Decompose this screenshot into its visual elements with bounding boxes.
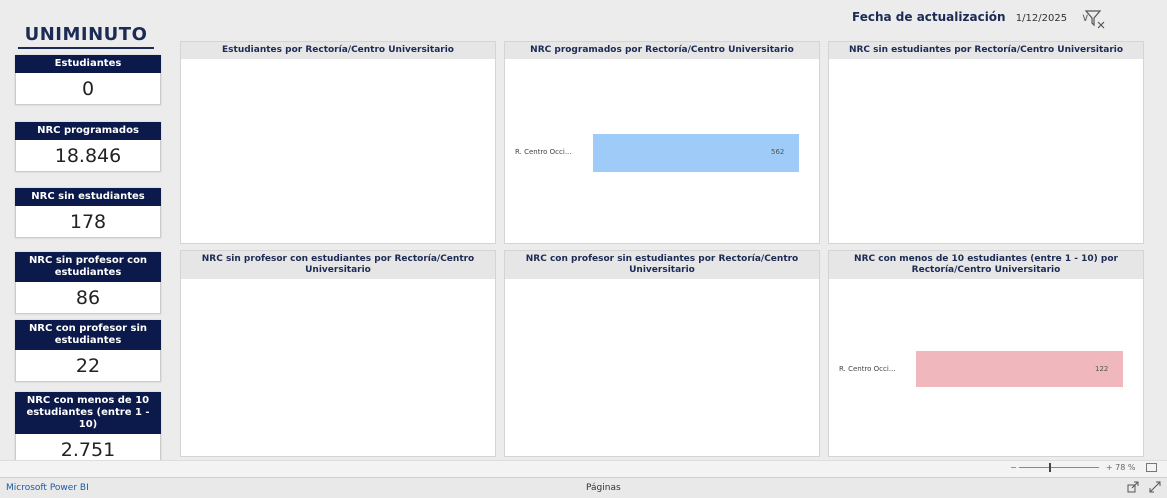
share-icon[interactable]: [1127, 481, 1139, 493]
kpi-label: NRC sin estudiantes: [15, 188, 161, 206]
kpi-label: NRC sin profesor con estudiantes: [15, 252, 161, 282]
kpi-card-nrc-menos-10: NRC con menos de 10 estudiantes (entre 1…: [15, 392, 161, 466]
zoom-out-button[interactable]: −: [1010, 463, 1017, 472]
pages-button[interactable]: Páginas: [586, 483, 621, 493]
filter-clear-icon[interactable]: [1084, 8, 1106, 30]
panel-nrc-programados-rectoria[interactable]: NRC programados por Rectoría/Centro Univ…: [504, 41, 820, 244]
update-date-value: 1/12/2025: [1015, 13, 1068, 24]
kpi-label: NRC con profesor sin estudiantes: [15, 320, 161, 350]
zoom-level: 78 %: [1115, 463, 1136, 472]
kpi-card-nrc-sin-estudiantes: NRC sin estudiantes 178: [15, 188, 161, 238]
expand-icon[interactable]: [1149, 481, 1161, 493]
kpi-value: 18.846: [15, 140, 161, 172]
kpi-value: 86: [15, 282, 161, 314]
zoom-bar: − + 78 %: [0, 460, 1167, 477]
app-link[interactable]: Microsoft Power BI: [6, 483, 89, 493]
zoom-control[interactable]: − + 78 %: [1010, 463, 1157, 472]
update-label: Fecha de actualización: [852, 10, 1006, 24]
zoom-slider[interactable]: [1019, 463, 1100, 472]
panel-title: NRC con profesor sin estudiantes por Rec…: [505, 251, 819, 279]
update-date-slicer[interactable]: Fecha de actualización 1/12/2025 ∨: [852, 10, 1089, 24]
fit-to-page-icon[interactable]: [1146, 463, 1157, 472]
panel-nrc-sin-profesor-rectoria[interactable]: NRC sin profesor con estudiantes por Rec…: [180, 250, 496, 457]
kpi-card-nrc-con-profesor-sin-estudiantes: NRC con profesor sin estudiantes 22: [15, 320, 161, 382]
zoom-in-button[interactable]: +: [1106, 463, 1113, 472]
kpi-value: 0: [15, 73, 161, 105]
panel-estudiantes-rectoria[interactable]: Estudiantes por Rectoría/Centro Universi…: [180, 41, 496, 244]
kpi-label: Estudiantes: [15, 55, 161, 73]
status-bar: Microsoft Power BI Páginas: [0, 477, 1167, 498]
bar-category-label: R. Centro Occi...: [839, 365, 896, 373]
kpi-label: NRC con menos de 10 estudiantes (entre 1…: [15, 392, 161, 434]
panel-nrc-menos-10-rectoria[interactable]: NRC con menos de 10 estudiantes (entre 1…: [828, 250, 1144, 457]
panel-title: NRC sin estudiantes por Rectoría/Centro …: [829, 42, 1143, 59]
zoom-slider-thumb[interactable]: [1049, 463, 1052, 472]
kpi-value: 178: [15, 206, 161, 238]
bar-value-label: 562: [771, 148, 785, 156]
panel-title: NRC programados por Rectoría/Centro Univ…: [505, 42, 819, 59]
kpi-value: 22: [15, 350, 161, 382]
report-canvas: UNIMINUTO Fecha de actualización 1/12/20…: [0, 0, 1167, 466]
kpi-card-nrc-sin-profesor: NRC sin profesor con estudiantes 86: [15, 252, 161, 314]
bar[interactable]: [593, 134, 799, 172]
bar-category-label: R. Centro Occi...: [515, 148, 572, 156]
bar-chart-menos-10: R. Centro Occi... 122: [839, 351, 1141, 389]
panel-title: NRC sin profesor con estudiantes por Rec…: [181, 251, 495, 279]
panel-nrc-sin-estudiantes-rectoria[interactable]: NRC sin estudiantes por Rectoría/Centro …: [828, 41, 1144, 244]
kpi-card-estudiantes: Estudiantes 0: [15, 55, 161, 105]
bar[interactable]: [916, 351, 1123, 387]
bar-chart-programados: R. Centro Occi... 562: [515, 134, 815, 174]
bar-value-label: 122: [1095, 365, 1109, 373]
panel-title: Estudiantes por Rectoría/Centro Universi…: [181, 42, 495, 59]
brand-logo: UNIMINUTO: [18, 24, 154, 49]
panel-nrc-con-profesor-rectoria[interactable]: NRC con profesor sin estudiantes por Rec…: [504, 250, 820, 457]
kpi-label: NRC programados: [15, 122, 161, 140]
panel-title: NRC con menos de 10 estudiantes (entre 1…: [829, 251, 1143, 279]
kpi-card-nrc-programados: NRC programados 18.846: [15, 122, 161, 172]
